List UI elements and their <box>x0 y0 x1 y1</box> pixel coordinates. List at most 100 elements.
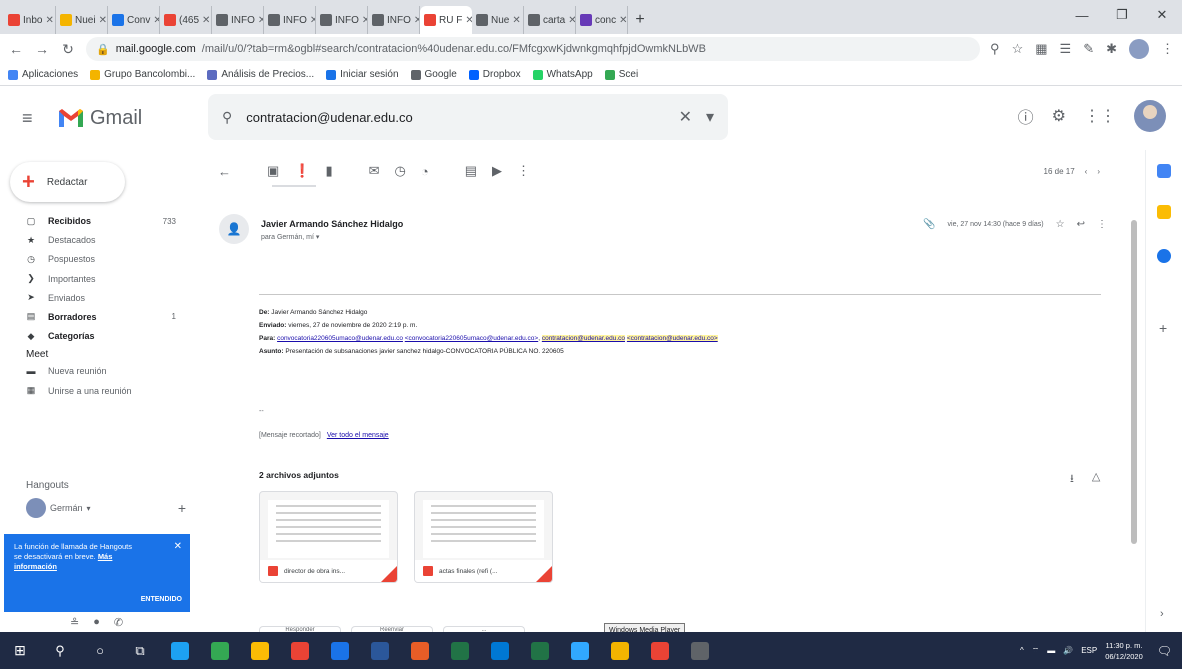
nav-item[interactable]: ★ Destacados <box>0 231 200 249</box>
browser-profile-icon[interactable] <box>1129 39 1149 59</box>
browser-tab[interactable]: INFO✕ <box>212 6 264 34</box>
reply-icon[interactable]: ↩ <box>1077 219 1085 230</box>
close-window-button[interactable]: ✕ <box>1142 0 1182 30</box>
chat-icon[interactable]: ● <box>93 616 100 629</box>
taskbar-app-icon[interactable] <box>480 632 520 669</box>
taskbar-app-icon[interactable] <box>240 632 280 669</box>
network-icon[interactable]: ⌔ <box>1032 646 1040 656</box>
mail-search-box[interactable]: ⚲ contratacion@udenar.edu.co ✕ ▾ <box>208 94 728 140</box>
bookmark-item[interactable]: Análisis de Precios... <box>207 69 314 80</box>
back-to-results-icon[interactable]: ← <box>218 164 231 179</box>
browser-tab[interactable]: INFO✕ <box>316 6 368 34</box>
add-contact-icon[interactable]: + <box>178 500 186 516</box>
settings-gear-icon[interactable]: ⚙ <box>1052 106 1066 126</box>
tab-close-icon[interactable]: ✕ <box>568 15 575 26</box>
taskbar-app-icon[interactable] <box>400 632 440 669</box>
apps-grid-icon[interactable]: ⋮⋮ <box>1084 106 1116 126</box>
language-indicator[interactable]: ESP <box>1081 646 1097 655</box>
browser-tab[interactable]: Conv✕ <box>108 6 160 34</box>
star-message-icon[interactable]: ☆ <box>1056 219 1065 230</box>
get-addons-icon[interactable]: + <box>1159 320 1167 336</box>
contacts-icon[interactable]: ≗ <box>70 616 79 629</box>
taskbar-app-icon[interactable] <box>640 632 680 669</box>
browser-tab[interactable]: Nue ✕ <box>472 6 524 34</box>
browser-tab[interactable]: INFO✕ <box>264 6 316 34</box>
search-input[interactable]: contratacion@udenar.edu.co <box>246 110 664 125</box>
message-scrollbar[interactable] <box>1131 220 1137 544</box>
taskbar-app-icon[interactable] <box>520 632 560 669</box>
recipients[interactable]: para Germán, mí ▾ <box>261 233 319 241</box>
report-spam-icon[interactable]: ❗ <box>294 163 310 179</box>
back-icon[interactable]: ← <box>8 41 24 57</box>
nav-item[interactable]: ◆ Categorías <box>0 327 200 345</box>
search-icon[interactable]: ⚲ <box>222 109 232 126</box>
bookmark-item[interactable]: Scei <box>604 69 638 80</box>
extension-icon[interactable]: ▦ <box>1035 41 1047 57</box>
nav-item[interactable]: ◷ Pospuestos <box>0 250 200 268</box>
taskbar-app-icon[interactable] <box>360 632 400 669</box>
browser-tab[interactable]: Nuei ✕ <box>56 6 108 34</box>
bookmark-item[interactable]: Grupo Bancolombi... <box>90 69 195 80</box>
taskbar-app-icon[interactable] <box>160 632 200 669</box>
minimize-button[interactable]: — <box>1062 0 1102 30</box>
windows-start-icon[interactable]: ⊞ <box>0 642 40 659</box>
main-menu-icon[interactable]: ≡ <box>22 108 46 129</box>
to-link-2[interactable]: <convocatoria220605umaco@udenar.edu.co> <box>405 335 538 342</box>
puzzle-icon[interactable]: ✱ <box>1106 41 1117 57</box>
move-to-icon[interactable]: ▤ <box>465 163 477 179</box>
task-view-icon[interactable]: ⧉ <box>120 632 160 669</box>
snooze-icon[interactable]: ◷ <box>395 163 406 179</box>
clock[interactable]: 11:30 p. m. 06/12/2020 <box>1105 640 1143 662</box>
new-tab-button[interactable]: + <box>628 6 652 34</box>
taskbar-app-icon[interactable] <box>280 632 320 669</box>
add-task-icon[interactable]: ◔ <box>421 164 429 179</box>
pen-icon[interactable]: ✎ <box>1083 41 1094 57</box>
notifications-icon[interactable]: 🗨 <box>1157 644 1172 658</box>
bookmark-item[interactable]: Aplicaciones <box>8 69 78 80</box>
delete-icon[interactable]: ▮ <box>325 163 332 179</box>
tray-chevron-icon[interactable]: ^ <box>1020 646 1024 655</box>
close-notice-icon[interactable]: ✕ <box>174 540 182 554</box>
reload-icon[interactable]: ↻ <box>60 41 76 58</box>
mark-unread-icon[interactable]: ✉ <box>369 163 380 179</box>
taskbar-app-icon[interactable] <box>600 632 640 669</box>
star-icon[interactable]: ☆ <box>1012 41 1024 57</box>
more-actions-icon[interactable]: ⋮ <box>517 163 530 179</box>
tab-close-icon[interactable]: ✕ <box>512 15 520 26</box>
menu-dots-icon[interactable]: ⋮ <box>1161 41 1174 57</box>
tab-close-icon[interactable]: ✕ <box>99 15 107 26</box>
url-field[interactable]: 🔒 mail.google.com/mail/u/0/?tab=rm&ogbl#… <box>86 37 981 61</box>
battery-icon[interactable]: ▬ <box>1047 646 1055 655</box>
browser-tab[interactable]: carta ✕ <box>524 6 576 34</box>
taskbar-app-icon[interactable] <box>320 632 360 669</box>
browser-tab[interactable]: RU F ✕ <box>420 6 472 34</box>
tasks-icon[interactable] <box>1157 249 1171 263</box>
forward-icon[interactable]: → <box>34 41 50 57</box>
bookmark-item[interactable]: Iniciar sesión <box>326 69 399 80</box>
save-to-drive-icon[interactable]: △ <box>1092 470 1100 489</box>
tab-close-icon[interactable]: ✕ <box>202 15 210 26</box>
keep-icon[interactable] <box>1157 205 1171 219</box>
bookmark-item[interactable]: WhatsApp <box>532 69 593 80</box>
browser-tab[interactable]: INFO✕ <box>368 6 420 34</box>
browser-tab[interactable]: Inbo ✕ <box>4 6 56 34</box>
download-all-icon[interactable]: ⭳ <box>1070 470 1074 489</box>
archive-icon[interactable]: ▣ <box>267 163 279 179</box>
nav-item[interactable]: ▢ Recibidos 733 <box>0 212 200 230</box>
compose-button[interactable]: + Redactar <box>10 162 125 202</box>
to-link-3[interactable]: contratacion@udenar.edu.co <box>541 335 626 342</box>
bookmark-item[interactable]: Dropbox <box>468 69 521 80</box>
sender-avatar[interactable]: 👤 <box>219 214 249 244</box>
meet-item[interactable]: ▦ Unirse a una reunión <box>0 382 200 400</box>
attachment-card[interactable]: actas finales (refi (... <box>414 491 553 583</box>
tab-close-icon[interactable]: ✕ <box>153 15 159 26</box>
taskbar-app-icon[interactable] <box>440 632 480 669</box>
tab-close-icon[interactable]: ✕ <box>619 15 627 26</box>
taskbar-app-icon[interactable] <box>200 632 240 669</box>
label-icon[interactable]: ▶ <box>492 163 502 179</box>
prev-message-icon[interactable]: ‹ <box>1085 167 1088 176</box>
calendar-icon[interactable] <box>1157 164 1171 178</box>
browser-tab[interactable]: (465 ✕ <box>160 6 212 34</box>
got-it-button[interactable]: ENTENDIDO <box>141 595 182 604</box>
nav-item[interactable]: ➤ Enviados <box>0 289 200 307</box>
